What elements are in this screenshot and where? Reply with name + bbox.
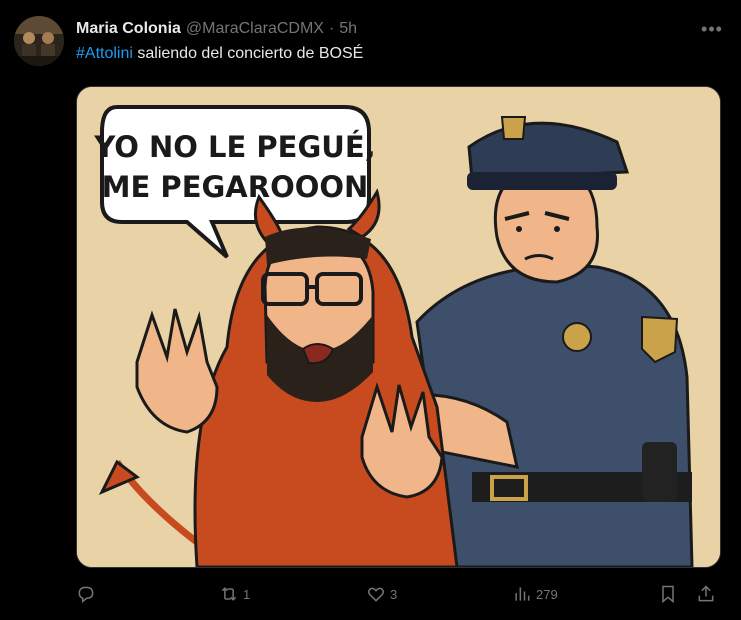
- reply-icon: [78, 586, 94, 604]
- retweet-icon: [221, 587, 237, 601]
- share-button[interactable]: [696, 580, 716, 608]
- share-icon: [698, 585, 714, 602]
- reply-button[interactable]: [76, 580, 100, 608]
- more-options-button[interactable]: •••: [701, 18, 723, 40]
- avatar-image: [14, 16, 64, 66]
- retweet-count: 1: [243, 586, 251, 602]
- tweet-body-text: saliendo del concierto de BOSÉ: [132, 45, 364, 62]
- like-button[interactable]: 3: [366, 580, 397, 608]
- retweet-button[interactable]: 1: [219, 580, 250, 608]
- bookmark-icon: [662, 585, 674, 604]
- speech-line-1: YO NO LE PEGUÉ,: [93, 130, 375, 164]
- bookmark-button[interactable]: [658, 580, 678, 608]
- tweet[interactable]: Maria Colonia @MaraClaraCDMX · 5h ••• #A…: [0, 0, 741, 620]
- avatar[interactable]: [14, 16, 64, 66]
- views-button[interactable]: 279: [512, 580, 558, 608]
- author-handle[interactable]: @MaraClaraCDMX: [186, 20, 324, 38]
- author-name[interactable]: Maria Colonia: [76, 20, 181, 38]
- tweet-text: #Attolini saliendo del concierto de BOSÉ: [76, 45, 363, 63]
- views-icon: [515, 587, 530, 601]
- tweet-media-image[interactable]: YO NO LE PEGUÉ, ME PEGAROOON: [76, 86, 721, 568]
- speech-line-2: ME PEGAROOON: [102, 170, 369, 204]
- like-count: 3: [390, 586, 398, 602]
- tweet-timestamp[interactable]: 5h: [339, 20, 357, 38]
- more-horizontal-icon: •••: [701, 18, 723, 39]
- separator-dot: ·: [328, 20, 335, 37]
- views-count: 279: [536, 586, 558, 602]
- hashtag-link[interactable]: #Attolini: [76, 45, 133, 62]
- cartoon-illustration: YO NO LE PEGUÉ, ME PEGAROOON: [77, 87, 720, 567]
- heart-icon: [367, 587, 385, 602]
- tweet-actions-bar: 1 3 279: [76, 580, 721, 608]
- tweet-header: Maria Colonia @MaraClaraCDMX · 5h: [76, 18, 701, 40]
